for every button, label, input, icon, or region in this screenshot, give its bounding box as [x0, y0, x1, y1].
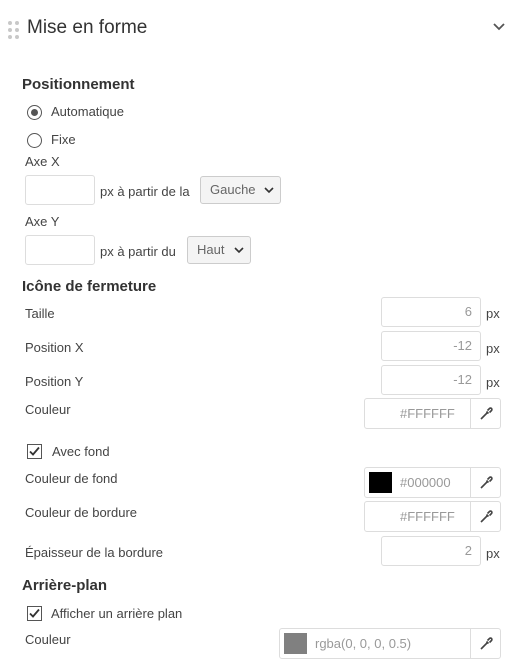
- couleur-fond-label: Couleur de fond: [25, 471, 118, 486]
- radio-fixe-label[interactable]: Fixe: [51, 132, 76, 147]
- arriere-plan-couleur-value: rgba(0, 0, 0, 0.5): [315, 636, 412, 651]
- color-swatch-gray: [284, 633, 307, 654]
- position-x-label: Position X: [25, 340, 84, 355]
- taille-label: Taille: [25, 306, 55, 321]
- check-icon: [29, 608, 40, 618]
- section-title-positionnement: Positionnement: [22, 76, 135, 93]
- afficher-arriere-plan-label[interactable]: Afficher un arrière plan: [51, 606, 182, 621]
- taille-input[interactable]: 6: [381, 297, 481, 327]
- section-title-arriere-plan: Arrière-plan: [22, 577, 108, 594]
- epaisseur-label: Épaisseur de la bordure: [25, 545, 164, 560]
- panel-title: Mise en forme: [27, 17, 148, 38]
- chevron-down-icon: [264, 187, 274, 194]
- avec-fond-checkbox[interactable]: [27, 444, 42, 459]
- eyedropper-icon[interactable]: [478, 636, 494, 652]
- eyedropper-icon[interactable]: [478, 509, 494, 525]
- couleur-field[interactable]: #FFFFFF: [364, 398, 501, 429]
- epaisseur-input[interactable]: 2: [381, 536, 481, 566]
- couleur-bordure-field[interactable]: #FFFFFF: [364, 501, 501, 532]
- position-x-input[interactable]: -12: [381, 331, 481, 361]
- color-swatch-black: [369, 472, 392, 493]
- axe-x-input[interactable]: [25, 175, 95, 205]
- couleur-label: Couleur: [25, 402, 71, 417]
- axe-y-input[interactable]: [25, 235, 95, 265]
- position-x-unit: px: [486, 341, 500, 356]
- drag-handle-icon[interactable]: [8, 21, 20, 39]
- chevron-down-icon[interactable]: [492, 22, 506, 32]
- eyedropper-icon[interactable]: [478, 475, 494, 491]
- couleur-bordure-label: Couleur de bordure: [25, 505, 138, 520]
- position-y-unit: px: [486, 375, 500, 390]
- position-y-label: Position Y: [25, 374, 84, 389]
- check-icon: [29, 446, 40, 456]
- radio-automatique-label[interactable]: Automatique: [51, 104, 124, 119]
- axe-y-select-value: Haut: [197, 242, 225, 257]
- axe-x-label: Axe X: [25, 154, 60, 169]
- eyedropper-icon[interactable]: [478, 406, 494, 422]
- taille-unit: px: [486, 306, 500, 321]
- axe-x-select[interactable]: Gauche: [200, 176, 281, 204]
- radio-fixe[interactable]: [27, 133, 42, 148]
- arriere-plan-couleur-label: Couleur: [25, 632, 71, 647]
- axe-x-suffix: px à partir de la: [100, 184, 190, 199]
- axe-y-label: Axe Y: [25, 214, 60, 229]
- epaisseur-unit: px: [486, 546, 500, 561]
- afficher-arriere-plan-checkbox[interactable]: [27, 606, 42, 621]
- couleur-fond-value: #000000: [400, 475, 451, 490]
- couleur-value: #FFFFFF: [400, 406, 455, 421]
- avec-fond-label[interactable]: Avec fond: [52, 444, 110, 459]
- axe-x-select-value: Gauche: [210, 182, 256, 197]
- axe-y-suffix: px à partir du: [100, 244, 176, 259]
- arriere-plan-couleur-field[interactable]: rgba(0, 0, 0, 0.5): [279, 628, 501, 659]
- chevron-down-icon: [234, 247, 244, 254]
- axe-y-select[interactable]: Haut: [187, 236, 251, 264]
- section-title-fermeture: Icône de fermeture: [22, 278, 157, 295]
- position-y-input[interactable]: -12: [381, 365, 481, 395]
- couleur-bordure-value: #FFFFFF: [400, 509, 455, 524]
- couleur-fond-field[interactable]: #000000: [364, 467, 501, 498]
- radio-automatique[interactable]: [27, 105, 42, 120]
